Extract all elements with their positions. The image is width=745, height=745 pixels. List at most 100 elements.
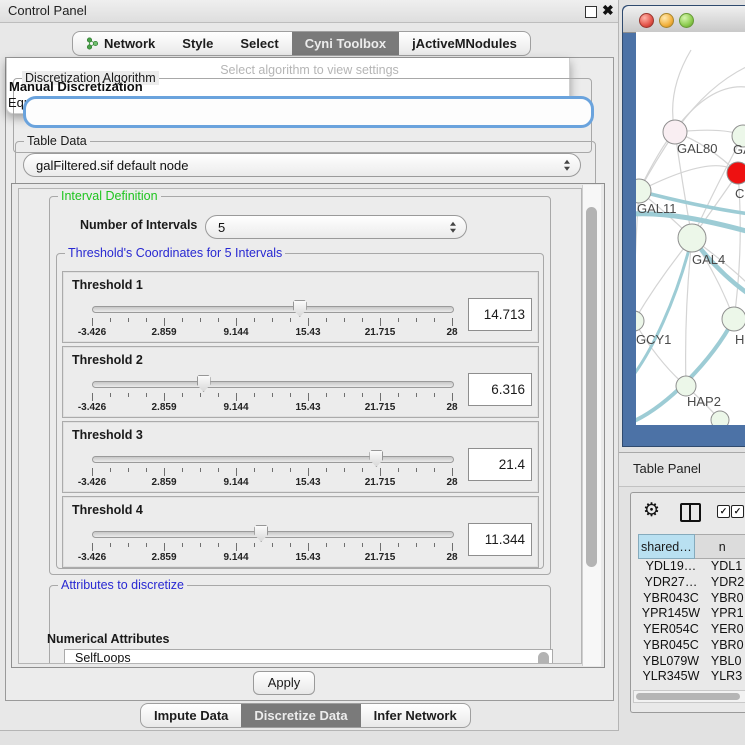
table-row[interactable]: YDR27… YDR2 — [638, 575, 745, 591]
slider-handle[interactable] — [369, 450, 383, 467]
table-row[interactable]: YBR043C YBR0 — [638, 591, 745, 607]
cell-name[interactable]: YIL0 — [704, 685, 745, 686]
table-row[interactable]: YER054C YER0 — [638, 622, 745, 638]
column-header-shared-name[interactable]: shared… — [638, 534, 695, 559]
vertical-scrollbar[interactable] — [582, 185, 601, 666]
cell-shared-name[interactable]: YBL079W — [638, 654, 704, 670]
cell-shared-name[interactable]: YDL19… — [638, 559, 704, 575]
close-icon[interactable]: ✖ — [602, 2, 614, 19]
graph-edge[interactable] — [636, 321, 686, 386]
cell-shared-name[interactable]: YBR045C — [638, 638, 704, 654]
threshold-value-field[interactable]: 11.344 — [468, 523, 532, 556]
top-tab-bar: Network Style Select Cyni Toolbox jActiv… — [72, 31, 531, 56]
table-row[interactable]: YIL052C YIL0 — [638, 685, 745, 686]
threshold-4-slider[interactable]: -3.4262.8599.14415.4321.71528 — [92, 497, 452, 567]
tab-label: Discretize Data — [254, 708, 347, 723]
slider-track[interactable] — [92, 381, 454, 388]
threshold-value-field[interactable]: 21.4 — [468, 448, 532, 481]
cell-name[interactable]: YBL0 — [704, 654, 745, 670]
cell-name[interactable]: YDR2 — [704, 575, 745, 591]
group-label: Attributes to discretize — [58, 578, 187, 592]
cell-shared-name[interactable]: YER054C — [638, 622, 704, 638]
dropdown-option-manual[interactable]: Manual Discretization — [9, 79, 143, 94]
table-row[interactable]: YPR145W YPR1 — [638, 606, 745, 622]
tab-select[interactable]: Select — [227, 32, 291, 55]
network-view-window: GAL80GACGAL11GAL4GCY1HHAP2 — [622, 5, 745, 447]
table-row[interactable]: YBL079W YBL0 — [638, 654, 745, 670]
cyni-toolbox-panel: Discretization Algorithm Select algorith… — [5, 57, 614, 701]
numerical-attributes-label: Numerical Attributes — [47, 632, 169, 646]
dropdown-placeholder: Select algorithm to view settings — [6, 63, 613, 77]
slider-track[interactable] — [92, 456, 454, 463]
scrollbar-thumb[interactable] — [586, 207, 597, 567]
group-label: Interval Definition — [58, 189, 161, 203]
graph-node[interactable] — [678, 224, 706, 252]
cell-shared-name[interactable]: YLR345W — [638, 669, 704, 685]
tab-discretize-data-selected[interactable]: Discretize Data — [241, 704, 360, 727]
graph-node[interactable] — [722, 307, 745, 331]
tab-style[interactable]: Style — [169, 32, 226, 55]
graph-edge[interactable] — [636, 238, 692, 321]
tab-network[interactable]: Network — [73, 32, 168, 55]
graph-edge-weighted[interactable] — [636, 238, 692, 377]
cell-shared-name[interactable]: YIL052C — [638, 685, 704, 686]
threshold-value-field[interactable]: 6.316 — [468, 373, 532, 406]
slider-handle[interactable] — [293, 300, 307, 317]
cell-shared-name[interactable]: YDR27… — [638, 575, 704, 591]
cell-name[interactable]: YLR3 — [704, 669, 745, 685]
cell-shared-name[interactable]: YPR145W — [638, 606, 704, 622]
cell-name[interactable]: YPR1 — [704, 606, 745, 622]
cell-name[interactable]: YDL1 — [704, 559, 745, 575]
table-row[interactable]: YDL19… YDL1 — [638, 559, 745, 575]
mac-close-button[interactable] — [639, 13, 654, 28]
table-data-combobox[interactable]: galFiltered.sif default node — [23, 153, 581, 177]
float-window-icon[interactable] — [585, 6, 597, 18]
slider-track[interactable] — [92, 306, 454, 313]
slider-ticks — [92, 393, 452, 402]
mac-minimize-button[interactable] — [659, 13, 674, 28]
tab-jactivemnodules[interactable]: jActiveMNodules — [399, 32, 530, 55]
graph-node[interactable] — [676, 376, 696, 396]
list-scrollbar-thumb[interactable] — [538, 652, 549, 664]
column-header-name[interactable]: n — [695, 534, 745, 559]
slider-handle[interactable] — [254, 525, 268, 542]
checkbox-icon[interactable]: ✓ — [731, 505, 744, 518]
graph-node[interactable] — [711, 411, 729, 425]
graph-node[interactable] — [636, 311, 644, 331]
threshold-2-slider[interactable]: -3.4262.8599.14415.4321.71528 — [92, 347, 452, 417]
slider-handle[interactable] — [197, 375, 211, 392]
cell-name[interactable]: YER0 — [704, 622, 745, 638]
gear-icon[interactable]: ⚙ — [643, 501, 660, 520]
graph-edge[interactable] — [639, 166, 738, 191]
cell-name[interactable]: YBR0 — [704, 638, 745, 654]
table-row[interactable]: YBR045C YBR0 — [638, 638, 745, 654]
threshold-1-slider[interactable]: -3.4262.8599.14415.4321.71528 — [92, 272, 452, 342]
tab-label: Network — [104, 36, 155, 51]
horizontal-scrollbar[interactable] — [633, 690, 745, 703]
threshold-value-field[interactable]: 14.713 — [468, 298, 532, 331]
list-item[interactable]: SelfLoops — [65, 650, 552, 664]
numerical-attributes-list[interactable]: SelfLoops TopologicalCoefficient Between… — [64, 649, 553, 664]
network-window-titlebar[interactable] — [623, 6, 745, 33]
tab-infer-network[interactable]: Infer Network — [361, 704, 470, 727]
tab-impute-data[interactable]: Impute Data — [141, 704, 241, 727]
cell-name[interactable]: YBR0 — [704, 591, 745, 607]
graph-node-highlighted[interactable] — [727, 162, 745, 184]
slider-track[interactable] — [92, 531, 454, 538]
tab-cyni-toolbox-selected[interactable]: Cyni Toolbox — [292, 32, 399, 55]
network-canvas[interactable]: GAL80GACGAL11GAL4GCY1HHAP2 — [636, 32, 745, 425]
checkbox-icon[interactable]: ✓ — [717, 505, 730, 518]
slider-ticks — [92, 318, 452, 327]
split-columns-icon[interactable] — [680, 503, 701, 522]
graph-edge[interactable] — [675, 67, 745, 132]
slider-ticks — [92, 543, 452, 552]
cell-shared-name[interactable]: YBR043C — [638, 591, 704, 607]
graph-node-label: H — [735, 332, 744, 347]
number-of-intervals-combobox[interactable]: 5 — [205, 215, 467, 239]
algorithm-combobox-focused[interactable] — [23, 96, 594, 128]
scrollbar-thumb[interactable] — [636, 693, 740, 700]
threshold-3-slider[interactable]: -3.4262.8599.14415.4321.71528 — [92, 422, 452, 492]
apply-button[interactable]: Apply — [253, 671, 315, 695]
mac-zoom-button[interactable] — [679, 13, 694, 28]
table-row[interactable]: YLR345W YLR3 — [638, 669, 745, 685]
